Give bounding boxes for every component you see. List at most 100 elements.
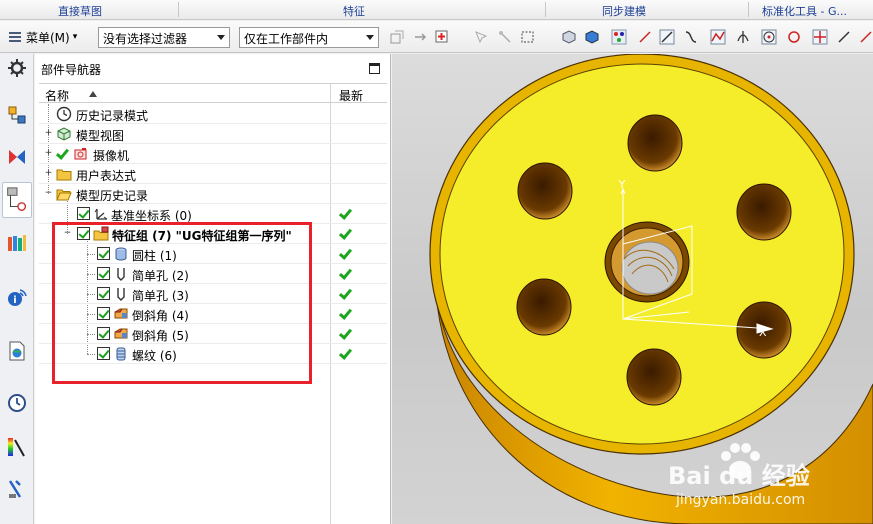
sort-ascending-icon — [89, 91, 97, 97]
gear-icon[interactable] — [6, 57, 28, 79]
role-icon[interactable] — [6, 478, 28, 500]
selection-scope-value: 仅在工作部件内 — [244, 32, 329, 46]
expand-icon[interactable]: + — [44, 129, 53, 138]
latest-check-icon — [339, 287, 351, 300]
watermark-url: jingyan.baidu.com — [676, 492, 806, 508]
part-navigator-title: 部件导航器 — [41, 63, 102, 77]
latest-check-icon — [339, 247, 351, 260]
hole — [627, 114, 683, 172]
part-navigator-tab[interactable] — [2, 182, 32, 218]
watermark-brand: Bai du 经验 — [668, 462, 810, 490]
ribbon-group-direct-sketch[interactable]: 直接草图 — [58, 3, 102, 19]
ribbon-group-feature[interactable]: 特征 — [343, 3, 365, 19]
selection-filter-select[interactable]: 没有选择过滤器 — [98, 27, 230, 48]
watermark: Bai du 经验 jingyan.baidu.com — [668, 434, 868, 514]
ribbon-group-standard-tools[interactable]: 标准化工具 - G... — [762, 3, 847, 19]
chevron-down-icon — [217, 35, 225, 40]
collapse-icon[interactable]: − — [44, 189, 53, 198]
menu-button[interactable]: 菜单(M) ▾ — [7, 27, 77, 47]
y-axis-label: Y — [618, 178, 626, 191]
latest-check-icon — [339, 347, 351, 360]
snap-points-icon[interactable] — [611, 29, 627, 45]
x-axis-label: X — [759, 326, 767, 339]
line-snap-icon[interactable] — [637, 29, 653, 45]
line-end-icon[interactable] — [659, 29, 675, 45]
ribbon-group-bar: 直接草图 特征 同步建模 标准化工具 - G... — [0, 0, 873, 20]
menu-dropdown-arrow-icon: ▾ — [72, 32, 78, 42]
more-tools-icon[interactable] — [858, 29, 873, 45]
selection-scope-select[interactable]: 仅在工作部件内 — [239, 27, 379, 48]
tangent-icon[interactable] — [836, 29, 852, 45]
tree-row-datum-csys[interactable]: 基准坐标系 (0) — [39, 204, 387, 224]
tree-row-history-mode[interactable]: 历史记录模式 — [39, 104, 387, 124]
hole — [517, 162, 573, 220]
visualization-icon[interactable] — [6, 436, 28, 458]
web-browser-icon[interactable] — [6, 340, 28, 362]
annotation-highlight-box — [52, 222, 312, 384]
tree-row-label: 模型视图 — [76, 129, 125, 143]
hole — [626, 348, 682, 406]
latest-check-icon — [339, 267, 351, 280]
expand-icon[interactable]: + — [44, 149, 53, 158]
datum-csys-icon — [94, 208, 108, 220]
top-toolbar: 菜单(M) ▾ 没有选择过滤器 仅在工作部件内 — [0, 21, 873, 53]
folder-open-icon — [56, 189, 72, 201]
folder-icon — [56, 169, 72, 181]
solid-body-icon[interactable] — [584, 29, 600, 45]
tree-row-label: 模型历史记录 — [76, 189, 149, 203]
svg-text:i: i — [13, 295, 16, 306]
intersect-icon[interactable] — [735, 29, 751, 45]
latest-check-icon — [339, 327, 351, 340]
curve-icon[interactable] — [683, 29, 699, 45]
tree-row-model-views[interactable]: + 模型视图 — [39, 124, 387, 144]
camera-icon — [74, 148, 87, 160]
resource-bar: i — [0, 54, 34, 524]
model-views-icon — [57, 127, 71, 141]
move-icon[interactable] — [412, 29, 428, 45]
assembly-navigator-icon[interactable] — [6, 104, 28, 126]
selection-plus-icon[interactable] — [434, 29, 450, 45]
tree-row-label: 用户表达式 — [76, 169, 137, 183]
polyline-icon[interactable] — [710, 29, 726, 45]
tree-row-label: 历史记录模式 — [76, 109, 149, 123]
tree-row-camera[interactable]: + 摄像机 — [39, 144, 387, 164]
column-header-latest[interactable]: 最新 — [339, 87, 363, 104]
tree-row-model-history[interactable]: − 模型历史记录 — [39, 184, 387, 204]
latest-check-icon — [339, 227, 351, 240]
crosshair-icon[interactable] — [812, 29, 828, 45]
threaded-hole — [604, 221, 690, 303]
view-box-icon[interactable] — [561, 29, 577, 45]
graphics-viewport[interactable]: Y X Bai du 经验 jingyan.baidu.com — [392, 54, 873, 524]
feature-checkbox[interactable] — [77, 207, 90, 220]
menu-icon — [7, 30, 23, 44]
snap-icon[interactable] — [389, 29, 405, 45]
center-point-icon[interactable] — [761, 29, 777, 45]
maximize-icon[interactable] — [369, 63, 380, 74]
ribbon-divider — [545, 2, 546, 17]
ribbon-group-sync-modeling[interactable]: 同步建模 — [602, 3, 646, 19]
selection-filter-value: 没有选择过滤器 — [103, 32, 188, 46]
arc-point-icon[interactable] — [786, 29, 802, 45]
expand-icon[interactable]: + — [44, 169, 53, 178]
column-header-name[interactable]: 名称 — [45, 87, 69, 104]
navigator-column-header: 名称 最新 — [39, 83, 387, 103]
hole — [516, 278, 572, 336]
ribbon-divider — [178, 2, 179, 17]
ribbon-divider — [748, 2, 749, 17]
rectangle-select-icon[interactable] — [520, 29, 536, 45]
hole — [736, 183, 792, 241]
history-clock-icon[interactable] — [6, 392, 28, 414]
chevron-down-icon — [366, 35, 374, 40]
part-navigator-icon — [7, 187, 27, 211]
select-edge-icon[interactable] — [497, 29, 513, 45]
constraint-navigator-icon[interactable] — [6, 146, 28, 168]
latest-check-icon — [339, 307, 351, 320]
tree-row-label: 摄像机 — [93, 149, 130, 163]
clock-icon — [56, 106, 72, 122]
reuse-library-icon[interactable] — [6, 232, 28, 254]
select-point-icon[interactable] — [472, 29, 488, 45]
tree-row-user-expressions[interactable]: + 用户表达式 — [39, 164, 387, 184]
info-window-icon[interactable]: i — [6, 286, 28, 308]
menu-button-label: 菜单(M) — [26, 30, 70, 45]
latest-check-icon — [339, 207, 351, 220]
